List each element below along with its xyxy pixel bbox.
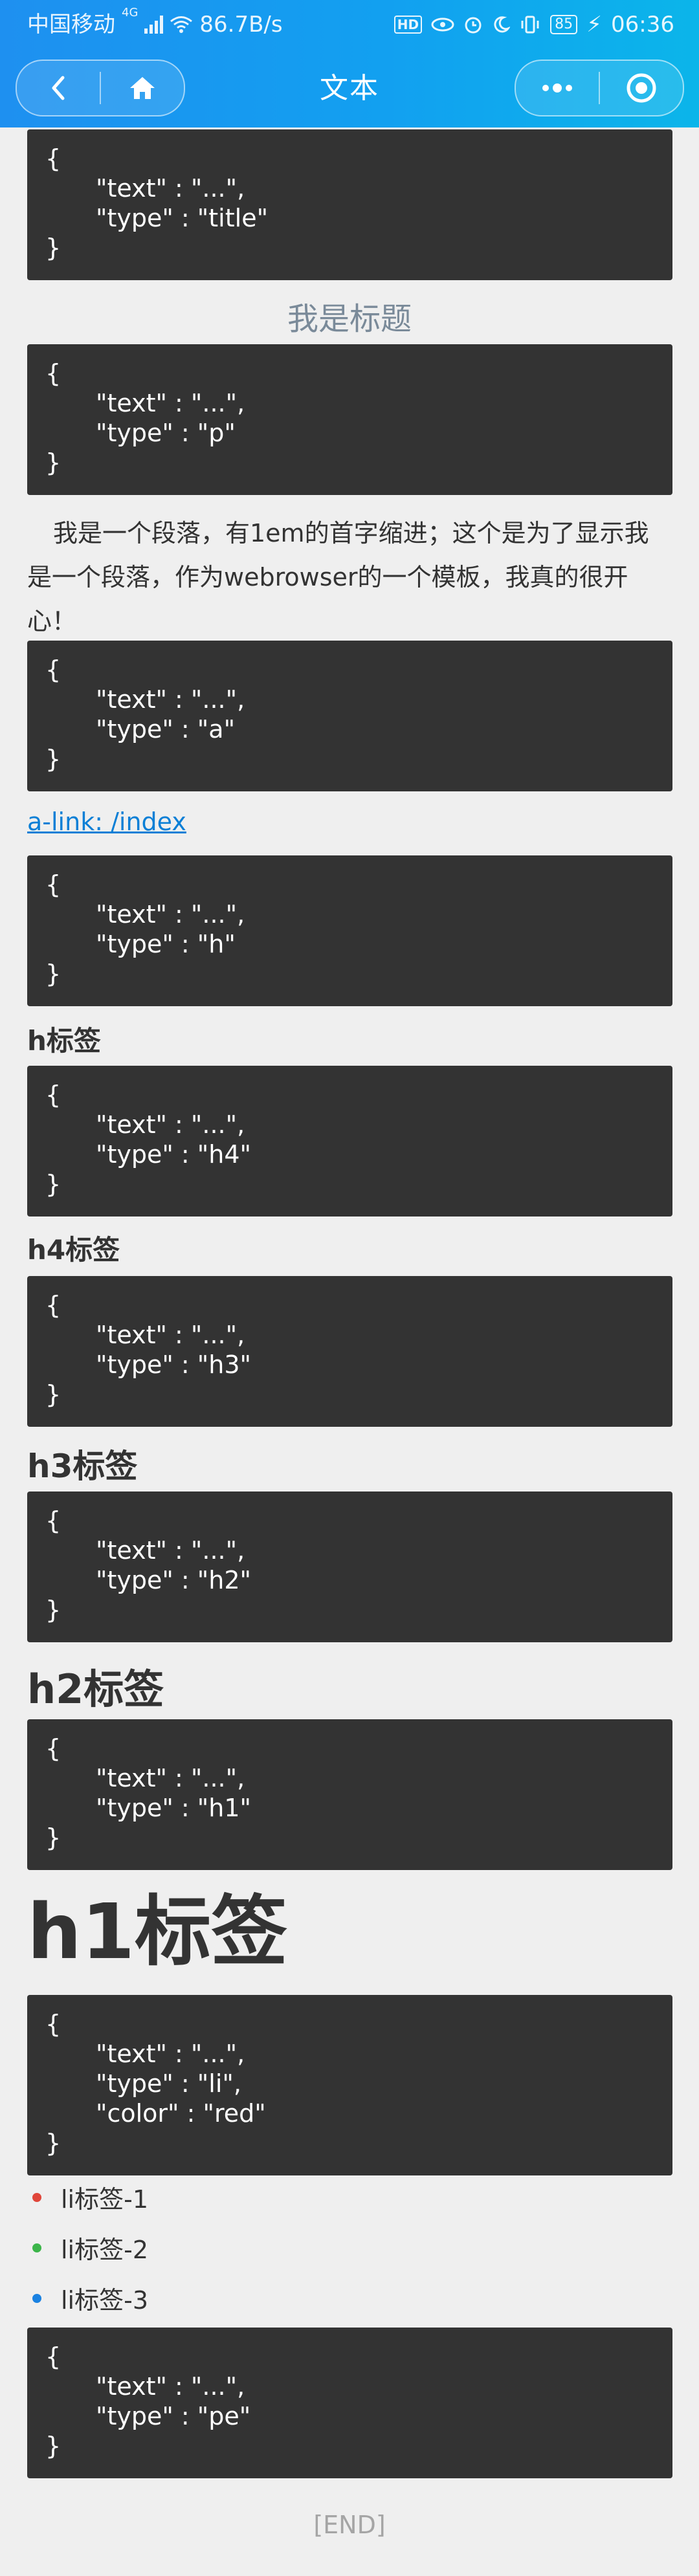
network-label: 4G — [122, 6, 139, 19]
code-line: "text" : "...", — [96, 685, 245, 714]
code-open-brace: { — [45, 1291, 61, 1319]
moon-icon — [492, 16, 511, 34]
code-open-brace: { — [45, 870, 61, 899]
code-block-p: { "text" : "...", "type" : "p" } — [27, 344, 672, 495]
demo-h: h标签 — [27, 1025, 101, 1057]
eye-icon — [431, 17, 454, 32]
code-line: "color" : "red" — [96, 2099, 266, 2128]
signal-icon — [144, 16, 164, 34]
code-line: "text" : "...", — [96, 1110, 245, 1139]
code-close-brace: } — [45, 2129, 61, 2157]
code-close-brace: } — [45, 2432, 61, 2460]
code-line: "type" : "pe" — [96, 2402, 251, 2430]
code-line: "text" : "...", — [96, 2372, 245, 2401]
demo-h3: h3标签 — [27, 1448, 138, 1485]
demo-link[interactable]: a-link: /index — [27, 808, 186, 836]
code-close-brace: } — [45, 1380, 61, 1409]
nav-capsule-left — [16, 60, 185, 116]
status-bar: 中国移动 4G 86.7B/s HD 85 ⚡ 06:36 — [0, 0, 699, 49]
code-close-brace: } — [45, 1596, 61, 1624]
list-item: li标签-3 — [32, 2280, 148, 2316]
code-block-h1: { "text" : "...", "type" : "h1" } — [27, 1719, 672, 1870]
code-block-a: { "text" : "...", "type" : "a" } — [27, 641, 672, 791]
code-close-brace: } — [45, 1823, 61, 1852]
code-line: "type" : "h" — [96, 930, 236, 958]
code-open-brace: { — [45, 655, 61, 684]
code-open-brace: { — [45, 1506, 61, 1535]
code-open-brace: { — [45, 1081, 61, 1109]
end-marker: [END] — [313, 2511, 386, 2539]
code-block-h: { "text" : "...", "type" : "h" } — [27, 855, 672, 1006]
bullet-dot-icon — [32, 2243, 41, 2252]
code-block-h4: { "text" : "...", "type" : "h4" } — [27, 1066, 672, 1216]
bullet-dot-icon — [32, 2192, 41, 2202]
code-line: "text" : "...", — [96, 1536, 245, 1565]
code-line: "type" : "h3" — [96, 1350, 252, 1379]
code-line: "text" : "...", — [96, 1321, 245, 1349]
code-line: "type" : "h4" — [96, 1140, 252, 1169]
code-open-brace: { — [45, 359, 61, 388]
alarm-icon — [463, 15, 483, 34]
code-line: "text" : "...", — [96, 389, 245, 417]
code-line: "type" : "h1" — [96, 1794, 252, 1822]
battery-icon: 85 — [550, 15, 578, 34]
home-button[interactable] — [101, 61, 184, 115]
app-header: 中国移动 4G 86.7B/s HD 85 ⚡ 06:36 文本 — [0, 0, 699, 127]
code-close-brace: } — [45, 1170, 61, 1198]
list-item: li标签-2 — [32, 2230, 148, 2265]
hd-icon: HD — [394, 16, 423, 34]
speed-label: 86.7B/s — [199, 12, 283, 38]
code-block-h2: { "text" : "...", "type" : "h2" } — [27, 1492, 672, 1642]
code-close-brace: } — [45, 960, 61, 988]
code-open-brace: { — [45, 2342, 61, 2371]
chevron-left-icon — [49, 75, 68, 101]
code-line: "text" : "...", — [96, 174, 245, 203]
list-item-label: li标签-1 — [61, 2185, 149, 2214]
demo-h2: h2标签 — [27, 1666, 164, 1713]
close-miniapp-button[interactable] — [600, 61, 683, 115]
record-circle-icon — [626, 72, 657, 104]
code-line: "type" : "h2" — [96, 1566, 252, 1594]
list-item-label: li标签-3 — [61, 2286, 149, 2315]
nav-capsule-right — [515, 60, 684, 116]
list-item: li标签-1 — [32, 2179, 148, 2215]
code-close-brace: } — [45, 745, 61, 773]
demo-h1: h1标签 — [27, 1887, 288, 1976]
code-open-brace: { — [45, 1734, 61, 1763]
code-line: "text" : "...", — [96, 1764, 245, 1792]
vibrate-icon — [519, 15, 541, 34]
wifi-icon — [170, 16, 193, 34]
nav-bar: 文本 — [0, 49, 699, 127]
code-open-brace: { — [45, 2010, 61, 2038]
code-block-pe: { "text" : "...", "type" : "pe" } — [27, 2328, 672, 2478]
demo-paragraph: 我是一个段落，有1em的首字缩进；这个是为了显示我是一个段落，作为webrows… — [27, 519, 649, 635]
bullet-dot-icon — [32, 2293, 41, 2303]
charging-icon: ⚡ — [586, 12, 603, 38]
code-line: "type" : "title" — [96, 204, 269, 232]
carrier-label: 中国移动 — [27, 12, 115, 38]
demo-h4: h4标签 — [27, 1234, 120, 1266]
home-icon — [128, 75, 157, 101]
more-button[interactable] — [516, 61, 599, 115]
back-button[interactable] — [17, 61, 100, 115]
code-line: "type" : "a" — [96, 715, 236, 743]
code-line: "text" : "...", — [96, 900, 245, 929]
list-item-label: li标签-2 — [61, 2236, 149, 2264]
code-close-brace: } — [45, 448, 61, 477]
code-close-brace: } — [45, 234, 61, 262]
code-open-brace: { — [45, 144, 61, 173]
code-block-title: { "text" : "...", "type" : "title" } — [27, 129, 672, 280]
more-dots-icon — [539, 82, 575, 94]
time-label: 06:36 — [611, 12, 674, 38]
code-line: "type" : "p" — [96, 419, 236, 447]
demo-title: 我是标题 — [287, 301, 412, 337]
code-line: "type" : "li", — [96, 2069, 241, 2098]
code-line: "text" : "...", — [96, 2040, 245, 2068]
code-block-li: { "text" : "...", "type" : "li", "color"… — [27, 1995, 672, 2175]
code-block-h3: { "text" : "...", "type" : "h3" } — [27, 1276, 672, 1427]
